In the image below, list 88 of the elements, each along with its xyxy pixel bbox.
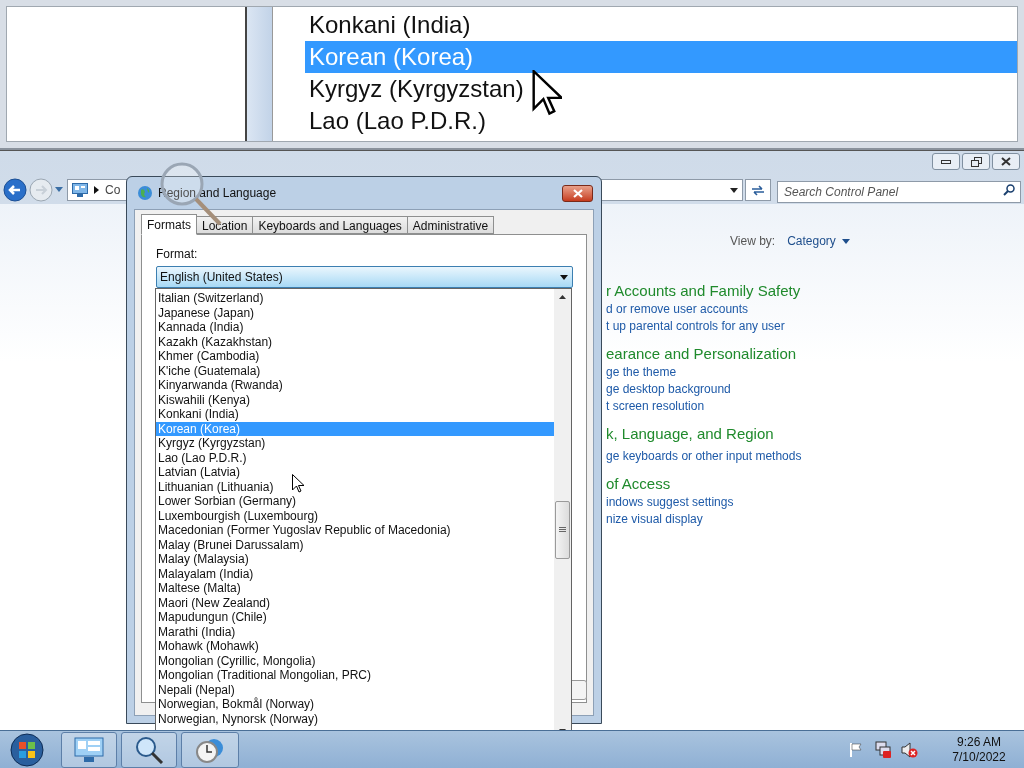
scroll-thumb[interactable] (555, 501, 570, 559)
close-button[interactable] (992, 153, 1020, 170)
list-item[interactable]: Marathi (India) (156, 624, 554, 639)
search-field[interactable]: Search Control Panel (777, 181, 1021, 203)
list-item[interactable]: Maori (New Zealand) (156, 595, 554, 610)
back-icon[interactable] (3, 178, 27, 202)
list-item[interactable]: Kiswahili (Kenya) (156, 392, 554, 407)
list-item[interactable]: Lao (Lao P.D.R.) (156, 450, 554, 465)
list-item[interactable]: K'iche (Guatemala) (156, 363, 554, 378)
list-item[interactable]: Mapudungun (Chile) (156, 610, 554, 625)
search-icon (1003, 184, 1015, 196)
globe-icon (137, 185, 153, 201)
muted-speaker-icon[interactable] (900, 740, 918, 759)
mouse-cursor-icon (532, 70, 562, 116)
dropdown-arrow-icon (560, 274, 568, 280)
category-heading-link[interactable]: r Accounts and Family Safety (606, 281, 802, 301)
taskbar-button[interactable] (121, 731, 177, 768)
restore-icon (970, 156, 982, 167)
start-button[interactable] (8, 731, 46, 768)
list-item[interactable]: Norwegian, Nynorsk (Norway) (156, 711, 554, 726)
close-icon (572, 188, 583, 198)
refresh-icon (750, 183, 766, 197)
task-link[interactable]: ge desktop background (606, 381, 802, 398)
restore-button[interactable] (962, 153, 990, 170)
list-item[interactable]: Kyrgyz (Kyrgyzstan) (305, 73, 1017, 105)
view-by-label: View by: (730, 233, 776, 250)
view-by-dropdown[interactable]: Category (787, 232, 850, 250)
list-item[interactable]: Luxembourgish (Luxembourg) (156, 508, 554, 523)
category-heading-link[interactable]: of Access (606, 474, 802, 494)
network-icon[interactable] (874, 740, 892, 759)
taskbar-button[interactable] (181, 731, 239, 768)
close-icon (1001, 157, 1011, 166)
list-item[interactable]: Khmer (Cambodia) (156, 349, 554, 364)
list-item[interactable]: Lower Sorbian (Germany) (156, 494, 554, 509)
address-text: Co (105, 182, 121, 199)
tab[interactable]: Administrative (406, 216, 495, 234)
task-link[interactable]: indows suggest settings (606, 494, 802, 511)
category-heading-link[interactable]: k, Language, and Region (606, 424, 802, 444)
list-item[interactable]: Latvian (Latvia) (156, 465, 554, 480)
minimize-button[interactable] (932, 153, 960, 170)
taskbar-button[interactable] (61, 731, 117, 768)
list-item[interactable]: Konkani (India) (156, 407, 554, 422)
control-panel-icon (72, 183, 88, 197)
control-panel-icon (74, 736, 104, 763)
list-item[interactable]: Mohawk (Mohawk) (156, 639, 554, 654)
list-item[interactable]: Lao (Lao P.D.R.) (305, 105, 1017, 137)
list-item[interactable]: Kyrgyz (Kyrgyzstan) (156, 436, 554, 451)
list-item[interactable]: Konkani (India) (305, 9, 1017, 41)
task-link[interactable]: d or remove user accounts (606, 301, 802, 318)
task-link[interactable]: nize visual display (606, 511, 802, 528)
list-item[interactable]: Macedonian (Former Yugoslav Republic of Macedonia) (156, 523, 554, 538)
tab[interactable]: Formats (141, 214, 197, 235)
task-link[interactable]: ge the theme (606, 364, 802, 381)
refresh-button[interactable] (745, 179, 771, 201)
list-item[interactable]: Japanese (Japan) (156, 305, 554, 320)
list-item[interactable]: Malay (Malaysia) (156, 552, 554, 567)
scroll-up-icon[interactable] (559, 295, 566, 299)
caret-icon (841, 238, 850, 244)
minimize-icon (941, 159, 951, 164)
category-heading-link[interactable]: earance and Personalization (606, 344, 802, 364)
task-link[interactable]: ge keyboards or other input methods (606, 448, 802, 465)
breadcrumb-arrow-icon (94, 186, 99, 194)
list-item[interactable]: Nepali (Nepal) (156, 682, 554, 697)
grip-icon (559, 527, 566, 533)
task-link[interactable]: t up parental controls for any user (606, 318, 802, 335)
list-item[interactable]: Italian (Switzerland) (156, 291, 554, 306)
format-dropdown[interactable]: English (United States) (156, 266, 573, 288)
list-item[interactable]: Malay (Brunei Darussalam) (156, 537, 554, 552)
dropdown-arrow-icon[interactable] (55, 187, 63, 193)
list-item[interactable]: Kazakh (Kazakhstan) (156, 334, 554, 349)
list-item[interactable]: Norwegian, Bokmål (Norway) (156, 697, 554, 712)
list-item[interactable]: Kinyarwanda (Rwanda) (156, 378, 554, 393)
task-link[interactable]: t screen resolution (606, 398, 802, 415)
dialog-close-button[interactable] (562, 184, 593, 202)
clock-date[interactable]: 7/10/2022 (952, 749, 1006, 765)
mouse-cursor-icon (292, 474, 304, 493)
list-item[interactable]: Mongolian (Traditional Mongolian, PRC) (156, 668, 554, 683)
tab[interactable]: Keyboards and Languages (252, 216, 408, 234)
clock-time[interactable]: 9:26 AM (957, 734, 1001, 750)
list-item[interactable]: Maltese (Malta) (156, 581, 554, 596)
list-item[interactable]: Lithuanian (Lithuania) (156, 479, 554, 494)
address-dropdown-icon[interactable] (730, 187, 738, 193)
list-item[interactable]: Malayalam (India) (156, 566, 554, 581)
flag-icon[interactable] (848, 741, 864, 758)
list-item[interactable]: Mongolian (Cyrillic, Mongolia) (156, 653, 554, 668)
magnifier-icon (134, 735, 164, 764)
list-item[interactable]: Kannada (India) (156, 320, 554, 335)
format-label: Format: (156, 246, 199, 263)
